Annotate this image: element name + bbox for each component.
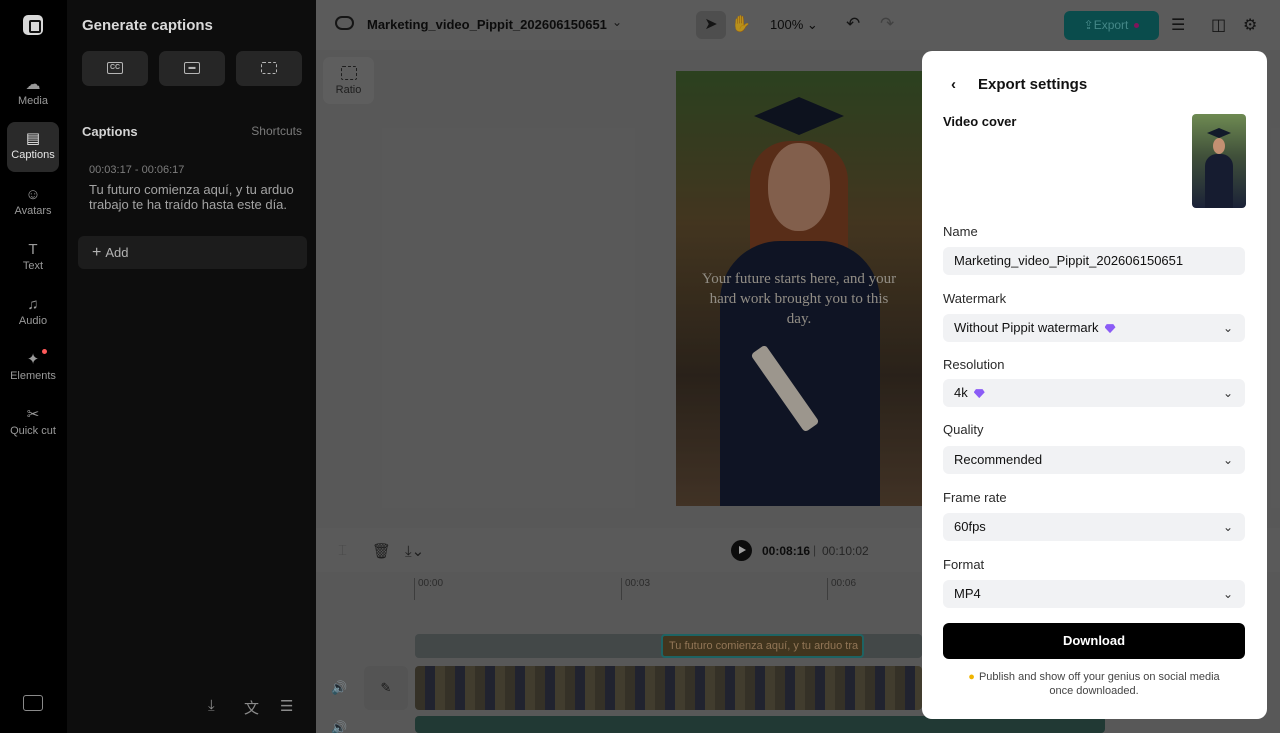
rail-item-audio[interactable]: ♫ Audio	[7, 288, 59, 338]
auto-captions-button[interactable]: CC	[82, 51, 148, 86]
rail-item-media[interactable]: ☁ Media	[7, 68, 59, 118]
captions-icon: ▤	[25, 130, 41, 147]
resolution-select[interactable]: 4k ⌄	[943, 379, 1245, 407]
frame-rate-select[interactable]: 60fps ⌄	[943, 513, 1245, 541]
premium-gem-icon	[1104, 324, 1116, 334]
frame-rate-label: Frame rate	[943, 490, 1007, 505]
app-logo-icon[interactable]	[23, 15, 43, 35]
panel-title: Generate captions	[82, 17, 213, 34]
chevron-down-icon: ⌄	[1222, 520, 1233, 534]
add-caption-button[interactable]: + Add	[78, 236, 307, 269]
rail-item-captions[interactable]: ▤ Captions	[7, 122, 59, 172]
keyboard-icon[interactable]	[23, 695, 43, 711]
quick-cut-icon: ✂	[26, 406, 40, 423]
chevron-down-icon: ⌄	[1222, 321, 1233, 335]
manual-captions-button[interactable]: ▬	[159, 51, 225, 86]
rail-item-text[interactable]: T Text	[7, 233, 59, 283]
elements-icon: ✦	[26, 351, 40, 368]
scan-captions-button[interactable]	[236, 51, 302, 86]
format-label: Format	[943, 557, 985, 572]
captions-heading: Captions	[82, 124, 138, 139]
thumb-cap	[1207, 128, 1231, 138]
cloud-upload-icon: ☁	[25, 76, 41, 93]
watermark-select[interactable]: Without Pippit watermark ⌄	[943, 314, 1245, 342]
format-select[interactable]: MP4 ⌄	[943, 580, 1245, 608]
search-captions-icon[interactable]: ☰	[280, 697, 293, 715]
download-note: ● Publish and show off your genius on soc…	[968, 671, 1220, 697]
video-cover-label: Video cover	[943, 114, 1017, 129]
back-arrow-icon[interactable]: ‹	[951, 76, 956, 93]
download-captions-icon[interactable]: ⤓	[208, 697, 215, 714]
lightbulb-icon: ●	[968, 671, 975, 683]
scan-icon	[261, 62, 277, 74]
notification-dot	[42, 349, 47, 354]
caption-text[interactable]: Tu futuro comienza aquí, y tu arduo trab…	[89, 182, 304, 212]
captions-panel: Generate captions CC ▬ Captions Shortcut…	[67, 0, 316, 733]
dialog-title: Export settings	[978, 76, 1088, 93]
rail-item-avatars[interactable]: ☺ Avatars	[7, 178, 59, 228]
thumb-face	[1213, 138, 1225, 154]
avatar-icon: ☺	[25, 186, 41, 203]
caption-timestamp: 00:03:17 - 00:06:17	[89, 164, 185, 176]
chevron-down-icon: ⌄	[1222, 587, 1233, 601]
rail-item-quick-cut[interactable]: ✂ Quick cut	[7, 398, 59, 458]
download-button[interactable]: Download	[943, 623, 1245, 659]
name-field[interactable]: Marketing_video_Pippit_202606150651	[943, 247, 1245, 275]
music-icon: ♫	[27, 296, 39, 313]
name-label: Name	[943, 224, 978, 239]
premium-gem-icon	[973, 389, 985, 399]
text-icon: T	[28, 241, 38, 258]
video-cover-thumbnail[interactable]	[1192, 114, 1246, 208]
cc-icon: CC	[107, 62, 123, 74]
subtitle-icon: ▬	[184, 62, 200, 74]
resolution-label: Resolution	[943, 357, 1005, 372]
chevron-down-icon: ⌄	[1222, 453, 1233, 467]
export-settings-dialog: ‹ Export settings Video cover Name Marke…	[922, 51, 1267, 719]
left-rail: ☁ Media ▤ Captions ☺ Avatars T Text ♫ Au…	[0, 0, 67, 733]
shortcuts-link[interactable]: Shortcuts	[251, 124, 302, 138]
rail-item-elements[interactable]: ✦ Elements	[7, 343, 59, 393]
chevron-down-icon: ⌄	[1222, 386, 1233, 400]
quality-label: Quality	[943, 422, 984, 437]
quality-select[interactable]: Recommended ⌄	[943, 446, 1245, 474]
watermark-label: Watermark	[943, 291, 1007, 306]
translate-icon[interactable]: 文	[244, 697, 259, 718]
plus-icon: +	[92, 244, 102, 261]
thumb-gown	[1205, 154, 1233, 208]
